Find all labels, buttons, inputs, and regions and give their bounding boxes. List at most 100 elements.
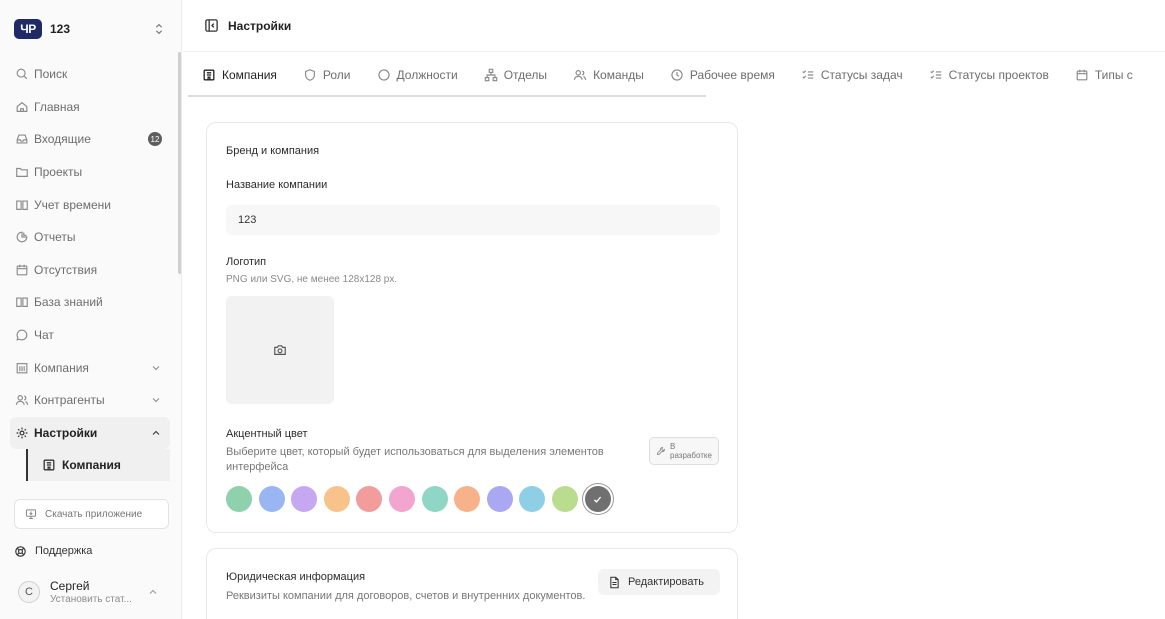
color-swatch[interactable] xyxy=(226,486,252,512)
chevron-up-icon[interactable] xyxy=(147,586,159,598)
tab-types[interactable]: Типы с xyxy=(1062,53,1146,97)
sidebar-item-company[interactable]: Компания xyxy=(10,351,170,384)
tab-label: Команды xyxy=(593,68,644,82)
tab-project-statuses[interactable]: Статусы проектов xyxy=(916,53,1062,97)
chevron-down-icon[interactable] xyxy=(150,394,162,406)
building-icon xyxy=(202,68,216,82)
sidebar-item-knowledge-base[interactable]: База знаний xyxy=(10,286,170,319)
sidebar-item-time-tracking[interactable]: Учет времени xyxy=(10,188,170,221)
calendar-icon xyxy=(1075,68,1089,82)
logo-hint: PNG или SVG, не менее 128x128 px. xyxy=(226,274,398,285)
tab-teams[interactable]: Команды xyxy=(560,53,657,97)
workspace-switcher[interactable]: ЧР 123 xyxy=(14,18,166,40)
accent-color-swatches xyxy=(226,486,617,512)
color-swatch-selected[interactable] xyxy=(584,486,611,512)
support-label: Поддержка xyxy=(35,545,93,557)
company-name-input[interactable] xyxy=(226,205,720,235)
sidebar-item-settings[interactable]: Настройки xyxy=(10,416,170,450)
dev-text-top: В xyxy=(670,442,676,451)
settings-tabs: Компания Роли Должности Отделы Команды Р… xyxy=(188,53,1165,97)
dev-text-bottom: разработке xyxy=(670,451,712,460)
camera-icon xyxy=(273,343,287,357)
in-development-text: В разработке xyxy=(670,442,712,460)
sidebar-item-contractors[interactable]: Контрагенты xyxy=(10,384,170,417)
building-icon xyxy=(15,361,29,375)
legal-title: Юридическая информация xyxy=(226,571,366,583)
tab-label: Отделы xyxy=(503,68,548,82)
edit-button-label: Редактировать xyxy=(628,576,704,588)
workspace-logo: ЧР xyxy=(14,19,42,39)
page-title: Настройки xyxy=(228,18,292,33)
sidebar-item-label: Проекты xyxy=(34,165,83,180)
book-icon xyxy=(15,198,29,212)
sidebar-item-reports[interactable]: Отчеты xyxy=(10,221,170,254)
edit-button[interactable]: Редактировать xyxy=(598,569,720,595)
user-info: Сергей Установить стат... xyxy=(50,579,147,606)
sidebar-item-label: Входящие xyxy=(34,132,91,147)
sidebar-item-chat[interactable]: Чат xyxy=(10,319,170,352)
color-swatch[interactable] xyxy=(454,486,481,512)
avatar: С xyxy=(18,581,40,603)
color-swatch[interactable] xyxy=(291,486,318,512)
color-swatch[interactable] xyxy=(356,486,383,512)
legal-card: Юридическая информация Реквизиты компани… xyxy=(206,548,738,619)
color-swatch[interactable] xyxy=(519,486,546,512)
tab-label: Статусы задач xyxy=(820,68,903,82)
sidebar-item-label: Настройки xyxy=(34,425,98,440)
download-app-button[interactable]: Скачать приложение xyxy=(14,499,169,529)
monitor-icon xyxy=(25,508,37,520)
tabs-scroll-track[interactable] xyxy=(188,95,706,97)
sidebar-item-label: База знаний xyxy=(34,295,103,310)
tab-label: Роли xyxy=(322,68,351,82)
sidebar-item-label: Контрагенты xyxy=(34,393,105,408)
tab-label: Типы с xyxy=(1094,68,1133,82)
tab-roles[interactable]: Роли xyxy=(290,53,364,97)
sidebar-scrollbar[interactable] xyxy=(178,52,181,274)
book-open-icon xyxy=(15,295,29,309)
sidebar-item-absences[interactable]: Отсутствия xyxy=(10,254,170,287)
sidebar-item-projects[interactable]: Проекты xyxy=(10,156,170,189)
support-link[interactable]: Поддержка xyxy=(14,541,92,561)
tab-working-hours[interactable]: Рабочее время xyxy=(657,53,788,97)
color-swatch[interactable] xyxy=(258,486,285,512)
tab-task-statuses[interactable]: Статусы задач xyxy=(788,53,916,97)
section-title: Бренд и компания xyxy=(226,145,320,157)
company-name-label: Название компании xyxy=(226,179,328,191)
user-name: Сергей xyxy=(50,578,90,593)
chevron-up-down-icon[interactable] xyxy=(152,22,166,36)
color-swatch[interactable] xyxy=(388,486,415,512)
users-icon xyxy=(573,68,587,82)
sidebar-nav: Поиск Главная Входящие 12 Проекты Учет в… xyxy=(10,58,170,482)
sidebar-item-search[interactable]: Поиск xyxy=(10,58,170,91)
tab-label: Статусы проектов xyxy=(948,68,1049,82)
tab-positions[interactable]: Должности xyxy=(364,53,471,97)
color-swatch[interactable] xyxy=(486,486,513,512)
page-header: Настройки xyxy=(183,0,1165,52)
building-icon xyxy=(42,458,56,472)
color-swatch[interactable] xyxy=(551,486,578,512)
check-icon xyxy=(592,494,603,505)
tab-departments[interactable]: Отделы xyxy=(471,53,560,97)
sidebar-item-label: Главная xyxy=(34,99,80,114)
checklist-icon xyxy=(929,68,943,82)
accent-color-label: Акцентный цвет xyxy=(226,428,308,440)
workspace-name: 123 xyxy=(50,22,71,36)
chat-bubble-icon xyxy=(15,328,29,342)
accent-color-description: Выберите цвет, который будет использоват… xyxy=(226,446,604,473)
sidebar-item-inbox[interactable]: Входящие 12 xyxy=(10,123,170,156)
color-swatch[interactable] xyxy=(421,486,448,512)
sidebar-toggle-icon[interactable] xyxy=(204,18,219,33)
checklist-icon xyxy=(801,68,815,82)
chevron-up-icon[interactable] xyxy=(150,427,162,439)
sidebar-item-label: Чат xyxy=(34,328,54,343)
user-menu[interactable]: С Сергей Установить стат... xyxy=(14,572,169,612)
sidebar-item-label: Учет времени xyxy=(34,197,111,212)
sidebar-item-home[interactable]: Главная xyxy=(10,91,170,124)
tab-company[interactable]: Компания xyxy=(188,53,290,97)
color-swatch[interactable] xyxy=(323,486,350,512)
sidebar-subitem-company[interactable]: Компания xyxy=(26,449,170,482)
chevron-down-icon[interactable] xyxy=(150,362,162,374)
clock-icon xyxy=(670,68,684,82)
sidebar-item-label: Поиск xyxy=(34,67,68,82)
logo-upload[interactable] xyxy=(226,296,334,404)
